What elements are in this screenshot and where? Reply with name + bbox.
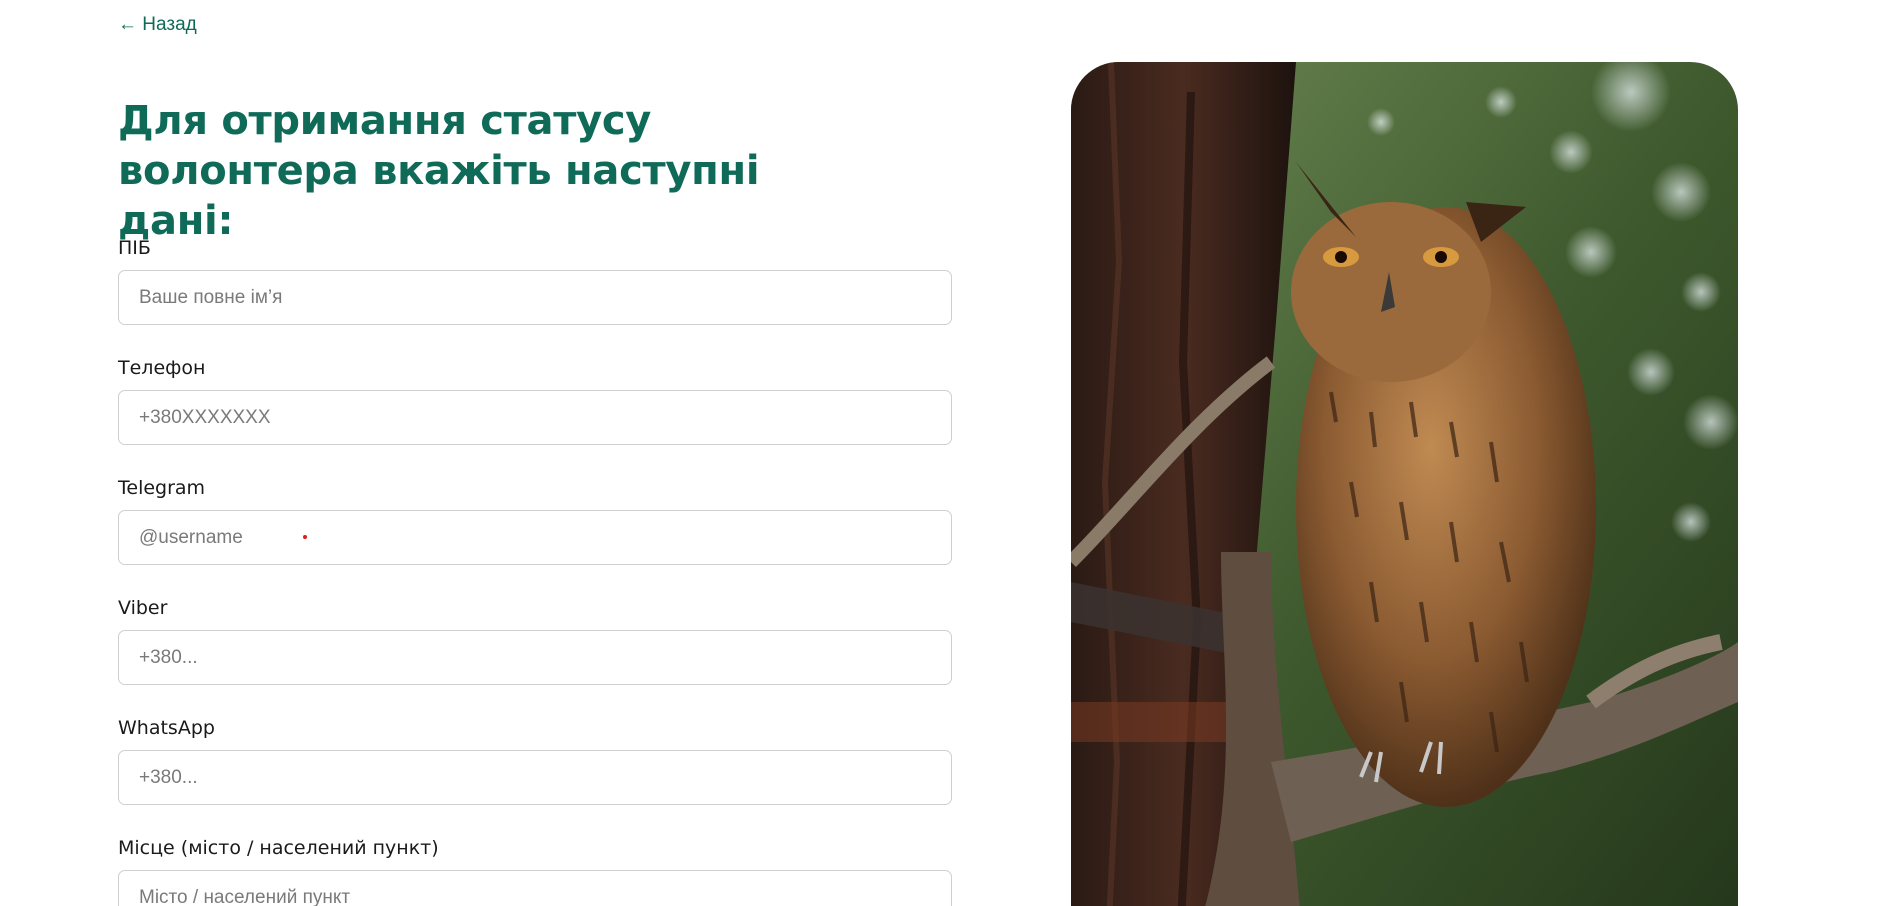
telegram-input[interactable] <box>118 510 952 565</box>
viber-label: Viber <box>118 597 168 619</box>
whatsapp-label: WhatsApp <box>118 717 215 739</box>
phone-label: Телефон <box>118 357 206 379</box>
telegram-label: Telegram <box>118 477 206 499</box>
volunteer-page: ← Назад Для отримання статусу волонтера … <box>0 0 1896 906</box>
full-name-label: ПІБ <box>118 237 151 259</box>
field-location: Місце (місто / населений пункт) <box>118 836 952 906</box>
location-label: Місце (місто / населений пункт) <box>118 837 439 859</box>
field-viber: Viber <box>118 596 952 685</box>
field-whatsapp: WhatsApp <box>118 716 952 805</box>
full-name-input[interactable] <box>118 270 952 325</box>
back-link[interactable]: ← Назад <box>118 14 197 36</box>
whatsapp-input[interactable] <box>118 750 952 805</box>
viber-input[interactable] <box>118 630 952 685</box>
location-input[interactable] <box>118 870 952 906</box>
field-full-name: ПІБ <box>118 236 952 325</box>
owl-photo <box>1071 62 1738 906</box>
phone-input[interactable] <box>118 390 952 445</box>
field-telegram: Telegram <box>118 476 952 565</box>
field-phone: Телефон <box>118 356 952 445</box>
page-title: Для отримання статусу волонтера вкажіть … <box>118 98 760 244</box>
cursor-marker <box>303 535 307 539</box>
